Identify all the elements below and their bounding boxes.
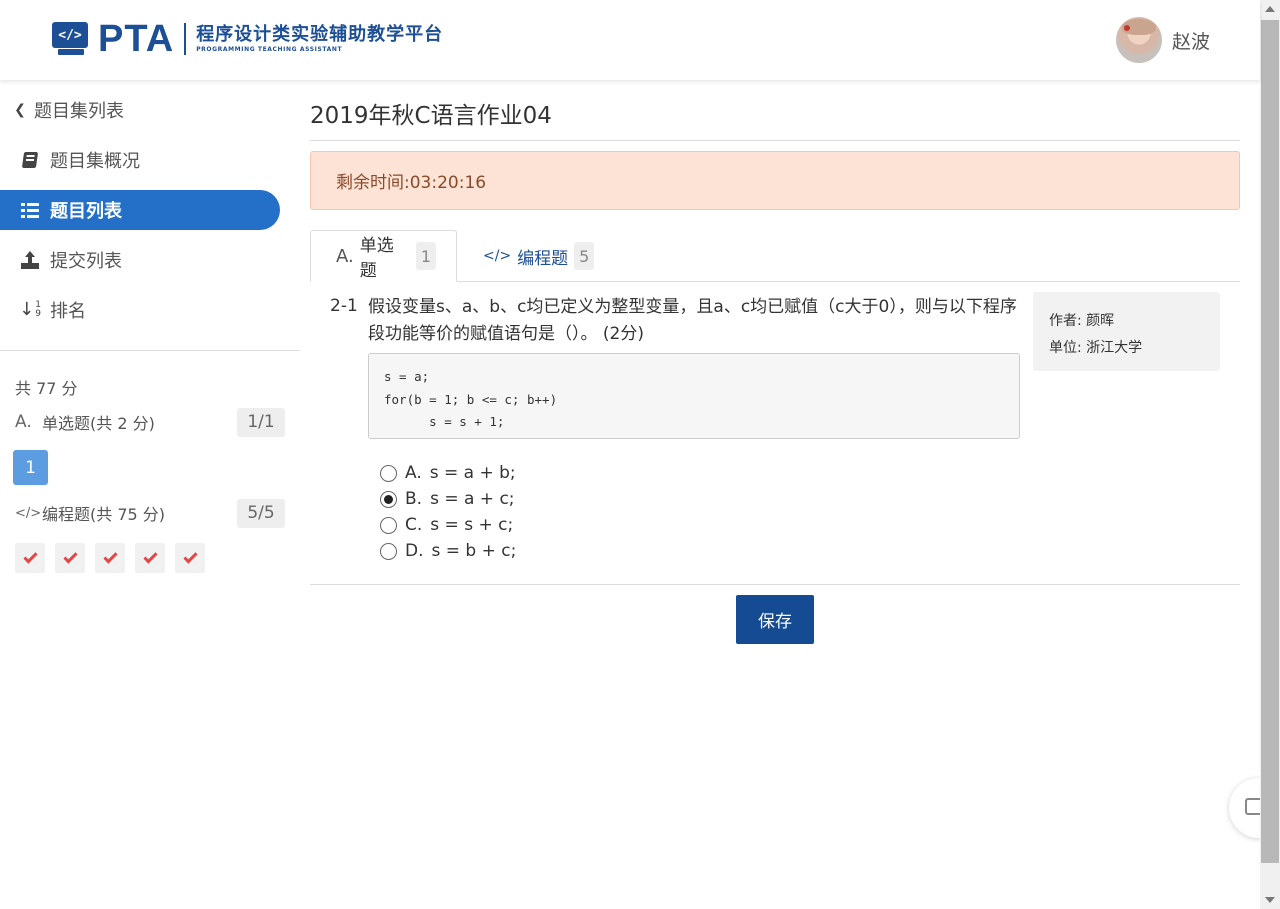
sidebar-item-label: 题目集列表 — [34, 101, 124, 122]
question-number: 2-1 — [330, 296, 358, 316]
sidebar-item-label: 题目集概况 — [50, 151, 140, 172]
sidebar-item-submissions[interactable]: 提交列表 — [0, 240, 280, 280]
remaining-time-alert: 剩余时间:03:20:16 — [310, 151, 1240, 210]
title-divider — [310, 140, 1240, 141]
upload-icon — [20, 250, 40, 270]
remaining-time-text: 剩余时间:03:20:16 — [336, 173, 487, 193]
list-icon — [20, 200, 40, 220]
avatar[interactable] — [1116, 17, 1162, 63]
single-choice-icon: A. — [336, 245, 354, 267]
section-label: 单选题(共 2 分) — [42, 414, 155, 433]
code-icon: </> — [483, 248, 512, 264]
option-text: s = a + b; — [429, 463, 516, 483]
scrollbar-thumb[interactable] — [1261, 20, 1279, 863]
question-chip-done[interactable] — [55, 543, 85, 573]
user-menu[interactable]: 赵波 — [1116, 17, 1210, 63]
tab-single-choice[interactable]: A. 单选题 1 — [310, 230, 457, 282]
logo-monitor-icon: </> — [52, 22, 90, 56]
answer-option-d[interactable]: D. s = b + c; — [380, 540, 516, 562]
logo-text: PTA — [98, 18, 175, 60]
total-score: 共 77 分 — [15, 379, 78, 398]
tab-label: 编程题 — [517, 248, 569, 269]
sidebar-item-ranking[interactable]: ↓ 1 9 排名 — [0, 290, 280, 330]
radio-button[interactable] — [380, 542, 397, 560]
sidebar-item-label: 排名 — [50, 301, 86, 322]
answer-option-b[interactable]: B. s = a + c; — [380, 488, 515, 510]
scroll-down-arrow-icon[interactable] — [1265, 897, 1275, 903]
radio-button[interactable] — [380, 464, 397, 482]
logo-divider — [184, 23, 187, 55]
option-letter: A. — [405, 463, 422, 483]
question-chip-done[interactable] — [95, 543, 125, 573]
top-header: </> PTA 程序设计类实验辅助教学平台 PROGRAMMING TEACHI… — [0, 0, 1260, 80]
single-choice-icon: A. — [15, 412, 32, 432]
section-single-choice: A. 单选题(共 2 分) 1/1 — [15, 407, 285, 437]
option-text: s = a + c; — [430, 489, 515, 509]
question-chip-done[interactable] — [15, 543, 45, 573]
back-to-problem-sets-link[interactable]: ❮ 题目集列表 — [0, 90, 280, 130]
section-progress-badge: 5/5 — [237, 498, 285, 528]
sidebar: ❮ 题目集列表 题目集概况 题目列表 提交列表 ↓ 1 9 排名 共 77 分 … — [0, 80, 300, 909]
question-author-info: 作者: 颜晖 单位: 浙江大学 — [1033, 292, 1220, 371]
check-icon — [102, 549, 118, 564]
sidebar-divider — [0, 350, 300, 351]
chevron-left-icon: ❮ — [14, 102, 26, 118]
page: </> PTA 程序设计类实验辅助教学平台 PROGRAMMING TEACHI… — [0, 0, 1280, 909]
option-letter: D. — [405, 541, 424, 561]
question-text: 假设变量s、a、b、c均已定义为整型变量，且a、c均已赋值（c大于0），则与以下… — [368, 297, 1017, 344]
option-text: s = b + c; — [431, 541, 517, 561]
save-button[interactable]: 保存 — [736, 595, 814, 644]
sidebar-item-overview[interactable]: 题目集概况 — [0, 140, 280, 180]
option-letter: C. — [405, 515, 423, 535]
section-programming: </> 编程题(共 75 分) 5/5 — [15, 498, 285, 528]
question-type-tabs: A. 单选题 1 </> 编程题 5 — [310, 230, 1240, 282]
code-snippet: s = a; for(b = 1; b <= c; b++) s = s + 1… — [368, 353, 1020, 439]
scroll-up-arrow-icon[interactable] — [1265, 6, 1275, 12]
question-chip-done[interactable] — [135, 543, 165, 573]
logo-subtitle: 程序设计类实验辅助教学平台 PROGRAMMING TEACHING ASSIS… — [196, 24, 443, 54]
section-progress-badge: 1/1 — [237, 407, 285, 437]
option-letter: B. — [405, 489, 423, 509]
author-name: 作者: 颜晖 — [1049, 313, 1115, 329]
code-line: s = a; — [384, 369, 430, 384]
page-title: 2019年秋C语言作业04 — [310, 103, 552, 129]
code-icon: </> — [15, 505, 42, 521]
check-icon — [62, 549, 78, 564]
sidebar-item-label: 题目列表 — [50, 201, 122, 222]
answer-option-c[interactable]: C. s = s + c; — [380, 514, 513, 536]
sort-numeric-icon: ↓ 1 9 — [19, 299, 41, 320]
vertical-scrollbar[interactable] — [1260, 0, 1280, 909]
answer-option-a[interactable]: A. s = a + b; — [380, 462, 516, 484]
radio-button-selected[interactable] — [380, 490, 397, 508]
section-label: 编程题(共 75 分) — [42, 505, 166, 524]
logo-base — [58, 49, 84, 55]
sidebar-item-label: 提交列表 — [50, 251, 122, 272]
option-text: s = s + c; — [430, 515, 514, 535]
user-name[interactable]: 赵波 — [1172, 27, 1210, 54]
check-icon — [142, 549, 158, 564]
question-chip[interactable]: 1 — [13, 450, 48, 485]
tab-count-badge: 5 — [574, 242, 595, 270]
code-line: s = s + 1; — [384, 414, 505, 429]
question-chip-done[interactable] — [175, 543, 205, 573]
tab-programming[interactable]: </> 编程题 5 — [458, 230, 614, 282]
logo-subtitle-cn: 程序设计类实验辅助教学平台 — [196, 24, 444, 45]
tab-count-badge: 1 — [416, 242, 436, 270]
check-icon — [22, 549, 38, 564]
code-line: for(b = 1; b <= c; b++) — [384, 391, 558, 407]
tab-label: 单选题 — [359, 236, 394, 281]
logo-code-icon: </> — [52, 22, 88, 48]
sidebar-item-problem-list[interactable]: 题目列表 — [0, 190, 280, 230]
footer-divider — [310, 584, 1240, 585]
author-unit: 单位: 浙江大学 — [1049, 340, 1143, 356]
check-icon — [182, 549, 198, 564]
logo-subtitle-en: PROGRAMMING TEACHING ASSISTANT — [196, 46, 343, 53]
book-icon — [20, 150, 40, 170]
radio-button[interactable] — [380, 516, 397, 534]
pta-logo[interactable]: </> PTA 程序设计类实验辅助教学平台 PROGRAMMING TEACHI… — [52, 18, 443, 60]
